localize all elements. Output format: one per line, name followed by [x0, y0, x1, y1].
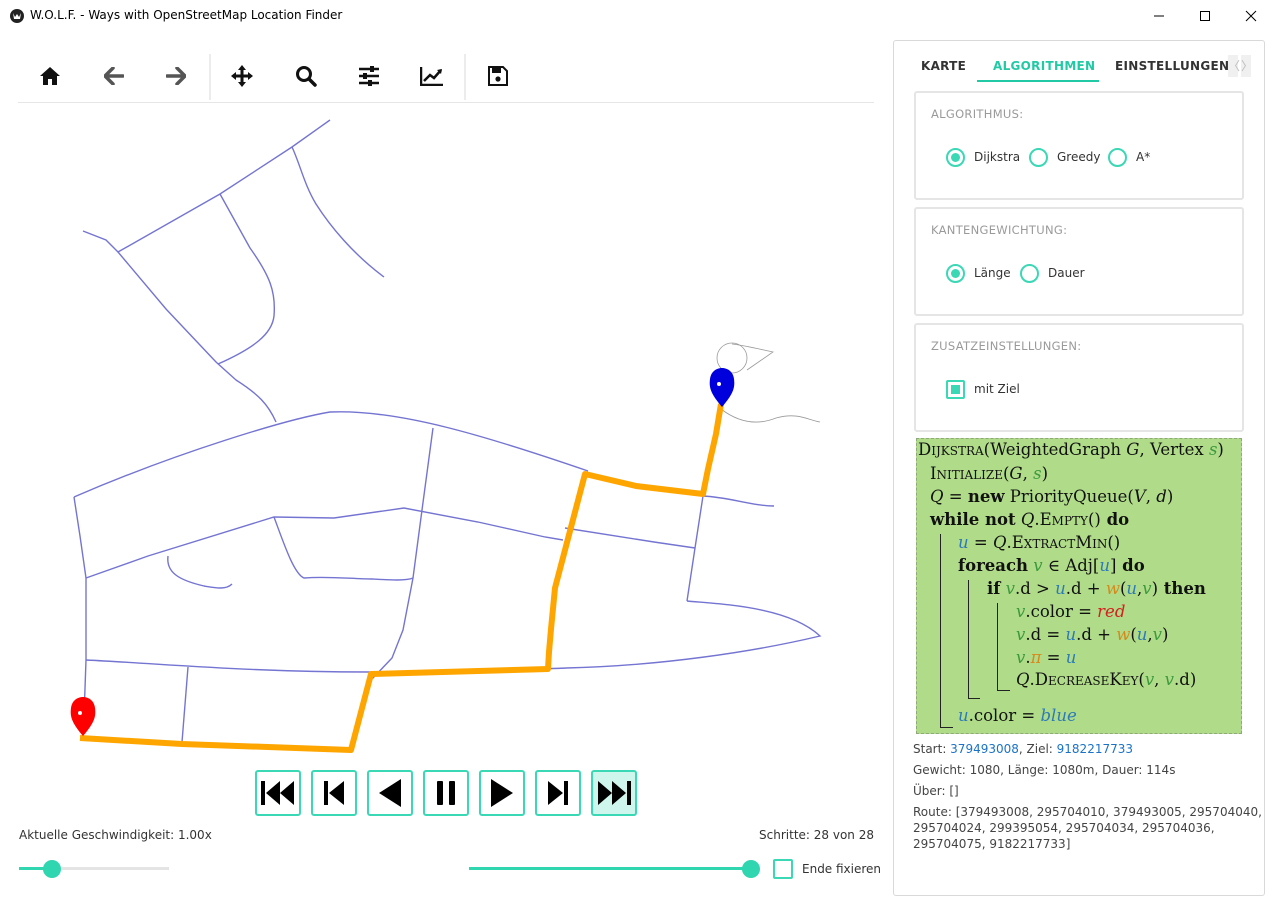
pan-move-icon	[231, 65, 253, 87]
pseudo-line-12: u.color = blue	[958, 706, 1077, 725]
pseudocode-panel: Dijkstra(WeightedGraph G, Vertex s) Init…	[916, 438, 1242, 734]
maximize-button[interactable]	[1182, 0, 1228, 32]
active-tab-indicator	[977, 80, 1099, 82]
extra-group-title: ZUSATZEINSTELLUNGEN:	[931, 339, 1082, 353]
chart-button[interactable]	[417, 62, 447, 90]
close-icon	[1245, 10, 1257, 22]
radio-greedy-label: Greedy	[1057, 150, 1101, 164]
zoom-search-icon	[296, 66, 317, 87]
weighting-group: KANTENGEWICHTUNG: Länge Dauer	[914, 207, 1244, 316]
tab-scroll-right-button[interactable]: 〉	[1241, 55, 1253, 77]
title-bar: W.O.L.F. - Ways with OpenStreetMap Locat…	[0, 0, 1275, 32]
with-goal-label: mit Ziel	[974, 382, 1020, 396]
map-toolbar	[18, 48, 874, 103]
pan-button[interactable]	[227, 62, 257, 90]
radio-dauer[interactable]	[1020, 264, 1039, 283]
pseudo-line-8: v.color = red	[1016, 602, 1126, 621]
with-goal-checkbox[interactable]	[946, 380, 965, 399]
play-forward-button[interactable]	[479, 770, 525, 816]
radio-astar[interactable]	[1108, 148, 1127, 167]
radio-dijkstra[interactable]	[946, 148, 965, 167]
start-marker-icon	[70, 697, 96, 736]
radio-dijkstra-label: Dijkstra	[974, 150, 1021, 164]
play-backward-button[interactable]	[367, 770, 413, 816]
minimize-button[interactable]	[1136, 0, 1182, 32]
pseudo-line-9: v.d = u.d + w(u,v)	[1016, 625, 1169, 644]
zoom-button[interactable]	[291, 62, 321, 90]
step-back-icon	[324, 781, 344, 805]
road-network	[73, 119, 822, 743]
radio-dauer-label: Dauer	[1048, 266, 1085, 280]
pseudo-line-4: while not Q.Empty() do	[930, 510, 1130, 529]
home-icon	[40, 67, 60, 85]
step-back-button[interactable]	[311, 770, 357, 816]
skip-to-end-button[interactable]	[591, 770, 637, 816]
chart-line-icon	[420, 67, 443, 86]
pseudo-line-5: u = Q.ExtractMin()	[958, 533, 1121, 552]
radio-greedy[interactable]	[1029, 148, 1048, 167]
goal-marker-icon	[709, 368, 735, 407]
pseudo-line-2: Initialize(G, s)	[930, 464, 1049, 483]
close-button[interactable]	[1228, 0, 1274, 32]
pseudo-line-1: Dijkstra(WeightedGraph G, Vertex s)	[918, 440, 1224, 459]
route-stats: Gewicht: 1080, Länge: 1080m, Dauer: 114s	[913, 763, 1176, 777]
start-node-link[interactable]: 379493008	[950, 742, 1019, 756]
radio-laenge[interactable]	[946, 264, 965, 283]
shortest-route	[79, 403, 724, 753]
tab-algorithmen[interactable]: ALGORITHMEN	[993, 59, 1095, 73]
step-forward-icon	[548, 781, 568, 805]
route-node-list: Route: [379493008, 295704010, 379493005,…	[913, 805, 1262, 851]
step-forward-button[interactable]	[535, 770, 581, 816]
forward-button[interactable]	[161, 62, 191, 90]
configure-sliders-icon	[359, 66, 379, 86]
extra-settings-group: ZUSATZEINSTELLUNGEN: mit Ziel	[914, 323, 1244, 432]
weighting-group-title: KANTENGEWICHTUNG:	[931, 223, 1068, 237]
play-forward-icon	[491, 779, 513, 807]
back-button[interactable]	[99, 62, 129, 90]
skip-to-end-icon	[598, 781, 631, 805]
route-endpoints: Start: 379493008, Ziel: 9182217733	[913, 742, 1134, 756]
algorithm-group-title: ALGORITHMUS:	[931, 107, 1024, 121]
tab-einstellungen[interactable]: EINSTELLUNGEN	[1115, 59, 1229, 73]
pause-icon	[437, 781, 455, 805]
steps-slider-thumb[interactable]	[742, 860, 760, 878]
fix-end-checkbox[interactable]	[773, 859, 793, 879]
tab-scroll-left-button[interactable]: 〈	[1228, 55, 1240, 77]
back-arrow-icon	[104, 67, 124, 85]
radio-laenge-label: Länge	[974, 266, 1011, 280]
speed-slider-thumb[interactable]	[43, 860, 61, 878]
maximize-icon	[1200, 11, 1210, 21]
forward-arrow-icon	[166, 67, 186, 85]
skip-to-start-icon	[261, 781, 294, 805]
minimize-icon	[1154, 15, 1164, 17]
pseudo-line-3: Q = new PriorityQueue(V, d)	[930, 487, 1174, 506]
toolbar-separator	[209, 54, 211, 100]
window-title: W.O.L.F. - Ways with OpenStreetMap Locat…	[30, 8, 343, 22]
configure-button[interactable]	[354, 62, 384, 90]
skip-to-start-button[interactable]	[255, 770, 301, 816]
wolf-logo-icon	[10, 9, 24, 23]
pseudo-line-7: if v.d > u.d + w(u,v) then	[987, 579, 1206, 598]
home-button[interactable]	[35, 62, 65, 90]
route-via: Über: []	[913, 784, 959, 798]
goal-node-link[interactable]: 9182217733	[1057, 742, 1133, 756]
pause-button[interactable]	[423, 770, 469, 816]
pseudo-line-6: foreach v ∈ Adj[u] do	[958, 556, 1145, 575]
radio-astar-label: A*	[1136, 150, 1151, 164]
pseudo-line-11: Q.DecreaseKey(v, v.d)	[1016, 670, 1197, 689]
speed-label: Aktuelle Geschwindigkeit: 1.00x	[19, 828, 212, 842]
save-floppy-icon	[488, 66, 508, 86]
fix-end-label: Ende fixieren	[802, 862, 882, 876]
steps-label: Schritte: 28 von 28	[759, 828, 874, 842]
pseudo-line-10: v.π = u	[1016, 648, 1077, 667]
play-backward-icon	[379, 779, 401, 807]
map-canvas[interactable]	[18, 104, 874, 760]
toolbar-separator	[464, 54, 466, 100]
algorithm-group: ALGORITHMUS: Dijkstra Greedy A*	[914, 91, 1244, 200]
save-button[interactable]	[483, 62, 513, 90]
tab-karte[interactable]: KARTE	[921, 59, 966, 73]
